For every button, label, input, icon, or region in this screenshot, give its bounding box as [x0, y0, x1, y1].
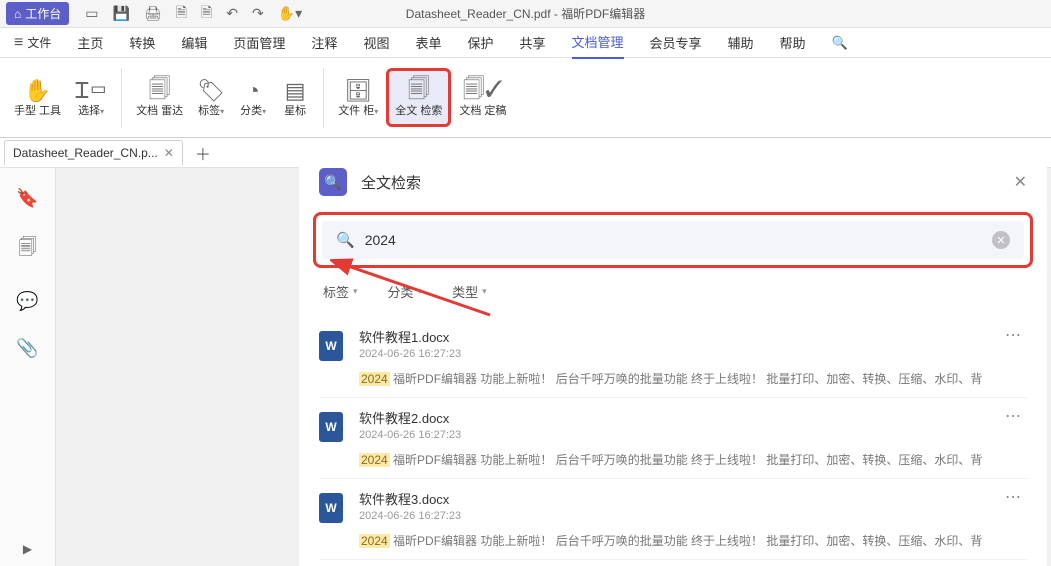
add-file-icon[interactable]: 🗎 — [201, 2, 212, 26]
tool-hand[interactable]: ✋ 手型 工具 — [8, 71, 67, 124]
menu-edit[interactable]: 编辑 — [181, 27, 207, 58]
search-icon: 🔍 — [336, 231, 355, 249]
app-title: Datasheet_Reader_CN.pdf - 福昕PDF编辑器 — [406, 5, 645, 22]
result-snippet: 2024 福昕PDF编辑器 功能上新啦！ 后台千呼万唤的批量功能 终于上线啦！ … — [359, 532, 1027, 549]
menu-protect[interactable]: 保护 — [467, 27, 493, 58]
result-title: 软件教程3.docx — [359, 489, 1027, 508]
save-icon[interactable]: 💾 — [113, 5, 130, 22]
bookmark-icon[interactable]: 🔖 — [16, 188, 38, 209]
collapse-icon[interactable]: ▶ — [23, 542, 32, 556]
attachment-icon[interactable]: 📎 — [16, 338, 38, 359]
word-doc-icon: W — [319, 493, 343, 523]
result-more-button[interactable]: ⋯ — [1005, 487, 1023, 507]
word-doc-icon: W — [319, 331, 343, 361]
draft-icon: 🗐✓ — [463, 77, 503, 105]
side-panel: 🔖 🗐 💬 📎 ▶ — [0, 168, 56, 566]
radar-icon: 🗐 — [149, 77, 171, 105]
home-icon: ⌂ — [14, 7, 21, 21]
panel-header-icon: 🔍 — [319, 168, 347, 196]
title-bar: ⌂ 工作台 ▭ 💾 🖨 🗎 🗎 ↶ ↷ ✋▾ Datasheet_Reader_… — [0, 0, 1051, 28]
panel-title: 全文检索 — [361, 172, 421, 193]
open-icon[interactable]: ▭ — [85, 5, 98, 22]
tool-star[interactable]: ▤ 星标 — [275, 71, 315, 124]
result-title: 软件教程2.docx — [359, 408, 1027, 427]
cabinet-icon: 🗄 — [344, 77, 372, 105]
result-more-button[interactable]: ⋯ — [1005, 325, 1023, 345]
tool-fulltext-search[interactable]: 🗐 全文 检索 — [386, 68, 451, 127]
print-icon[interactable]: 🖨 — [144, 5, 162, 22]
result-item[interactable]: W 软件教程1.docx 2024-06-26 16:27:23 2024 福昕… — [319, 317, 1027, 398]
menu-doc-manage[interactable]: 文档管理 — [572, 26, 624, 59]
quick-actions: ▭ 💾 🖨 🗎 🗎 ↶ ↷ ✋▾ — [85, 2, 302, 26]
hamburger-icon: ≡ — [14, 34, 23, 52]
tab-title: Datasheet_Reader_CN.p... — [13, 146, 158, 160]
menu-help[interactable]: 帮助 — [780, 27, 806, 58]
separator — [323, 68, 324, 128]
select-icon: Ꮖ▭ — [75, 77, 107, 105]
result-item[interactable]: W 软件教程2.docx 2024-06-26 16:27:23 2024 福昕… — [319, 398, 1027, 479]
search-filters: 标签▾ 分类▾ 类型▾ — [299, 268, 1047, 315]
menu-bar: ≡ 文件 主页 转换 编辑 页面管理 注释 视图 表单 保护 共享 文档管理 会… — [0, 28, 1051, 58]
search-results: W 软件教程1.docx 2024-06-26 16:27:23 2024 福昕… — [299, 315, 1047, 562]
filter-type[interactable]: 类型▾ — [452, 282, 487, 301]
clear-search-button[interactable]: ✕ — [992, 231, 1010, 249]
undo-icon[interactable]: ↶ — [226, 5, 238, 22]
menu-convert[interactable]: 转换 — [129, 27, 155, 58]
filter-tags[interactable]: 标签▾ — [323, 282, 358, 301]
menu-member[interactable]: 会员专享 — [650, 27, 702, 58]
menu-share[interactable]: 共享 — [519, 27, 545, 58]
menu-search-icon[interactable]: 🔍 — [832, 29, 848, 57]
comment-icon[interactable]: 💬 — [16, 291, 38, 312]
fulltext-icon: 🗐 — [408, 77, 430, 105]
menu-view[interactable]: 视图 — [363, 27, 389, 58]
workbench-button[interactable]: ⌂ 工作台 — [6, 2, 69, 25]
menu-home[interactable]: 主页 — [77, 27, 103, 58]
pages-icon[interactable]: 🗐 — [19, 235, 37, 265]
menu-page[interactable]: 页面管理 — [233, 27, 285, 58]
add-tab-button[interactable]: ＋ — [195, 141, 211, 165]
result-date: 2024-06-26 16:27:23 — [359, 429, 1027, 441]
tool-classify[interactable]: ◔ 分类▾ — [233, 71, 273, 124]
search-input[interactable] — [365, 232, 982, 248]
redo-icon[interactable]: ↷ — [252, 5, 264, 22]
tool-draft[interactable]: 🗐✓ 文档 定稿 — [453, 71, 512, 124]
result-snippet: 2024 福昕PDF编辑器 功能上新啦！ 后台千呼万唤的批量功能 终于上线啦！ … — [359, 451, 1027, 468]
tag-icon: 🏷 — [197, 77, 225, 105]
file-icon[interactable]: 🗎 — [176, 2, 187, 26]
hand-tool-icon: ✋ — [24, 77, 51, 105]
result-date: 2024-06-26 16:27:23 — [359, 510, 1027, 522]
menu-form[interactable]: 表单 — [415, 27, 441, 58]
panel-header: 🔍 全文检索 ✕ — [299, 152, 1047, 212]
tool-cabinet[interactable]: 🗄 文件 柜▾ — [332, 71, 384, 124]
star-icon: ▤ — [285, 77, 306, 105]
tool-radar[interactable]: 🗐 文档 雷达 — [130, 71, 189, 124]
result-snippet: 2024 福昕PDF编辑器 功能上新啦！ 后台千呼万唤的批量功能 终于上线啦！ … — [359, 370, 1027, 387]
word-doc-icon: W — [319, 412, 343, 442]
menu-assist[interactable]: 辅助 — [728, 27, 754, 58]
close-tab-icon[interactable]: ✕ — [164, 146, 174, 160]
search-box-highlight: 🔍 ✕ — [313, 212, 1033, 268]
fulltext-search-panel: 🔍 全文检索 ✕ 🔍 ✕ 标签▾ 分类▾ 类型▾ W 软件教程1.docx 20… — [299, 152, 1047, 566]
result-item[interactable]: W 软件教程3.docx 2024-06-26 16:27:23 2024 福昕… — [319, 479, 1027, 560]
menu-annotate[interactable]: 注释 — [311, 27, 337, 58]
close-panel-button[interactable]: ✕ — [1014, 172, 1027, 192]
toolbar: ✋ 手型 工具 Ꮖ▭ 选择▾ 🗐 文档 雷达 🏷 标签▾ ◔ 分类▾ ▤ 星标 … — [0, 58, 1051, 138]
file-menu-label: 文件 — [27, 34, 51, 51]
document-tab[interactable]: Datasheet_Reader_CN.p... ✕ — [4, 140, 183, 165]
result-title: 软件教程1.docx — [359, 327, 1027, 346]
separator — [121, 68, 122, 128]
file-menu[interactable]: ≡ 文件 — [14, 34, 51, 52]
tool-select[interactable]: Ꮖ▭ 选择▾ — [69, 71, 113, 124]
workbench-label: 工作台 — [25, 5, 61, 22]
hand-icon[interactable]: ✋▾ — [278, 5, 302, 22]
search-box[interactable]: 🔍 ✕ — [322, 221, 1024, 259]
tool-tags[interactable]: 🏷 标签▾ — [191, 71, 231, 124]
filter-classify[interactable]: 分类▾ — [388, 282, 423, 301]
result-date: 2024-06-26 16:27:23 — [359, 348, 1027, 360]
result-more-button[interactable]: ⋯ — [1005, 406, 1023, 426]
classify-icon: ◔ — [247, 77, 260, 105]
